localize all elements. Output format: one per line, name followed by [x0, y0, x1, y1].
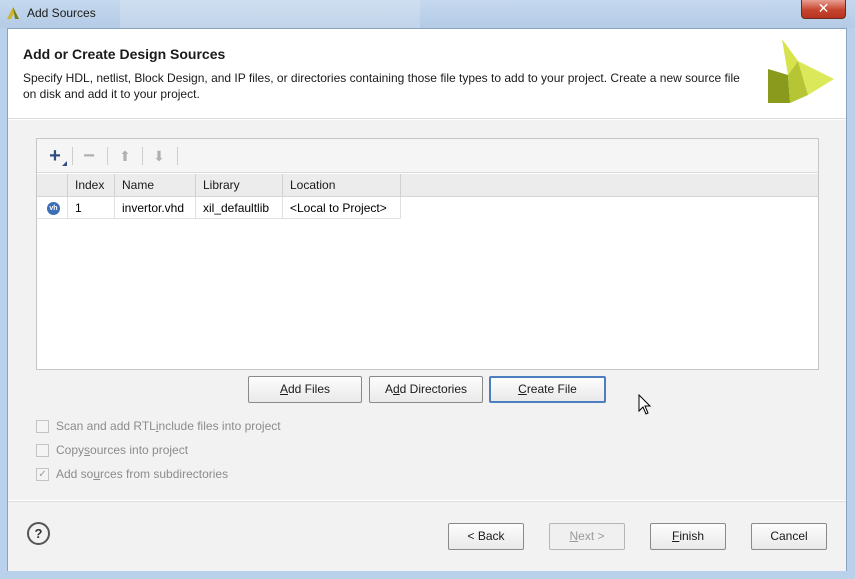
option-label: Scan and add RTL	[56, 419, 156, 433]
close-button[interactable]: ✕	[801, 0, 846, 19]
row-library[interactable]: xil_defaultlib	[196, 197, 283, 219]
dialog-footer: ? < Back Next > Finish Cancel	[8, 501, 846, 571]
table-header: Index Name Library Location	[37, 174, 818, 197]
arrow-up-icon: ⬆	[119, 147, 131, 164]
move-up-button[interactable]: ⬆	[112, 145, 138, 167]
create-file-button[interactable]: Create File	[489, 376, 606, 403]
row-index: 1	[68, 197, 115, 219]
add-source-button[interactable]: +	[42, 145, 68, 167]
button-label: inish	[679, 529, 705, 543]
toolbar-separator	[107, 147, 108, 165]
button-label: reate File	[526, 382, 577, 396]
subdirectories-option[interactable]: ✓ Add so u rces from subdirectories	[36, 465, 228, 483]
title-bar: Add Sources ✕	[0, 0, 855, 28]
add-directories-button[interactable]: Add Directories	[369, 376, 483, 403]
option-label: ources into project	[90, 443, 189, 457]
arrow-down-icon: ⬇	[153, 147, 165, 164]
button-label: A	[384, 382, 393, 396]
background-window-ghost	[120, 0, 420, 28]
column-header-index[interactable]: Index	[68, 174, 115, 196]
back-button[interactable]: < Back	[448, 523, 524, 550]
mnemonic: N	[569, 529, 579, 543]
row-name: invertor.vhd	[115, 197, 196, 219]
scan-include-option[interactable]: Scan and add RTL i nclude files into proj…	[36, 417, 281, 435]
page-description: Specify HDL, netlist, Block Design, and …	[23, 71, 740, 101]
mnemonic: A	[279, 382, 288, 396]
option-label: Add so	[56, 467, 94, 481]
remove-source-button[interactable]: −	[76, 145, 102, 167]
row-location: <Local to Project>	[283, 197, 401, 219]
mnemonic: C	[518, 382, 527, 396]
finish-button[interactable]: Finish	[650, 523, 726, 550]
scan-include-checkbox[interactable]	[36, 419, 49, 433]
add-files-button[interactable]: Add Files	[248, 376, 362, 403]
vivado-logo-icon	[768, 39, 834, 103]
table-row[interactable]: vh 1 invertor.vhd xil_defaultlib <Local …	[37, 197, 401, 220]
sources-table-panel: + − ⬆ ⬇ Index Name Library Location vh 1…	[36, 138, 819, 370]
column-header-name[interactable]: Name	[115, 174, 196, 196]
dropdown-corner-icon	[62, 161, 67, 166]
help-icon[interactable]: ?	[27, 522, 50, 545]
window-title: Add Sources	[27, 6, 96, 20]
column-header-icon[interactable]	[37, 174, 68, 196]
toolbar-separator	[177, 147, 178, 165]
move-down-button[interactable]: ⬇	[146, 145, 172, 167]
button-label: d Directories	[399, 382, 468, 396]
next-button[interactable]: Next >	[549, 523, 625, 550]
main-area: + − ⬆ ⬇ Index Name Library Location vh 1…	[8, 120, 846, 500]
mouse-pointer-icon	[638, 394, 652, 415]
toolbar-separator	[142, 147, 143, 165]
column-header-location[interactable]: Location	[283, 174, 401, 196]
subdirectories-checkbox[interactable]: ✓	[36, 467, 49, 481]
row-icon-cell: vh	[37, 197, 68, 219]
mnemonic: u	[93, 467, 101, 481]
plus-icon: +	[49, 145, 61, 167]
toolbar-separator	[72, 147, 73, 165]
option-label: nclude files into project	[158, 419, 281, 433]
button-label: ext >	[578, 529, 605, 543]
copy-sources-checkbox[interactable]	[36, 443, 49, 457]
mnemonic: d	[392, 382, 400, 396]
button-label: dd Files	[287, 382, 331, 396]
dialog-header: Add or Create Design Sources Specify HDL…	[8, 29, 846, 119]
table-toolbar: + − ⬆ ⬇	[37, 139, 818, 173]
vivado-app-icon	[7, 7, 19, 19]
option-label: Copy	[56, 443, 85, 457]
cancel-button[interactable]: Cancel	[751, 523, 827, 550]
column-header-library[interactable]: Library	[196, 174, 283, 196]
copy-sources-option[interactable]: Copy s ources into project	[36, 441, 188, 459]
dialog-client-area: Add or Create Design Sources Specify HDL…	[7, 28, 847, 571]
option-label: rces from subdirectories	[100, 467, 229, 481]
page-title: Add or Create Design Sources	[23, 46, 226, 62]
vhdl-file-icon: vh	[47, 202, 60, 215]
minus-icon: −	[83, 145, 95, 167]
